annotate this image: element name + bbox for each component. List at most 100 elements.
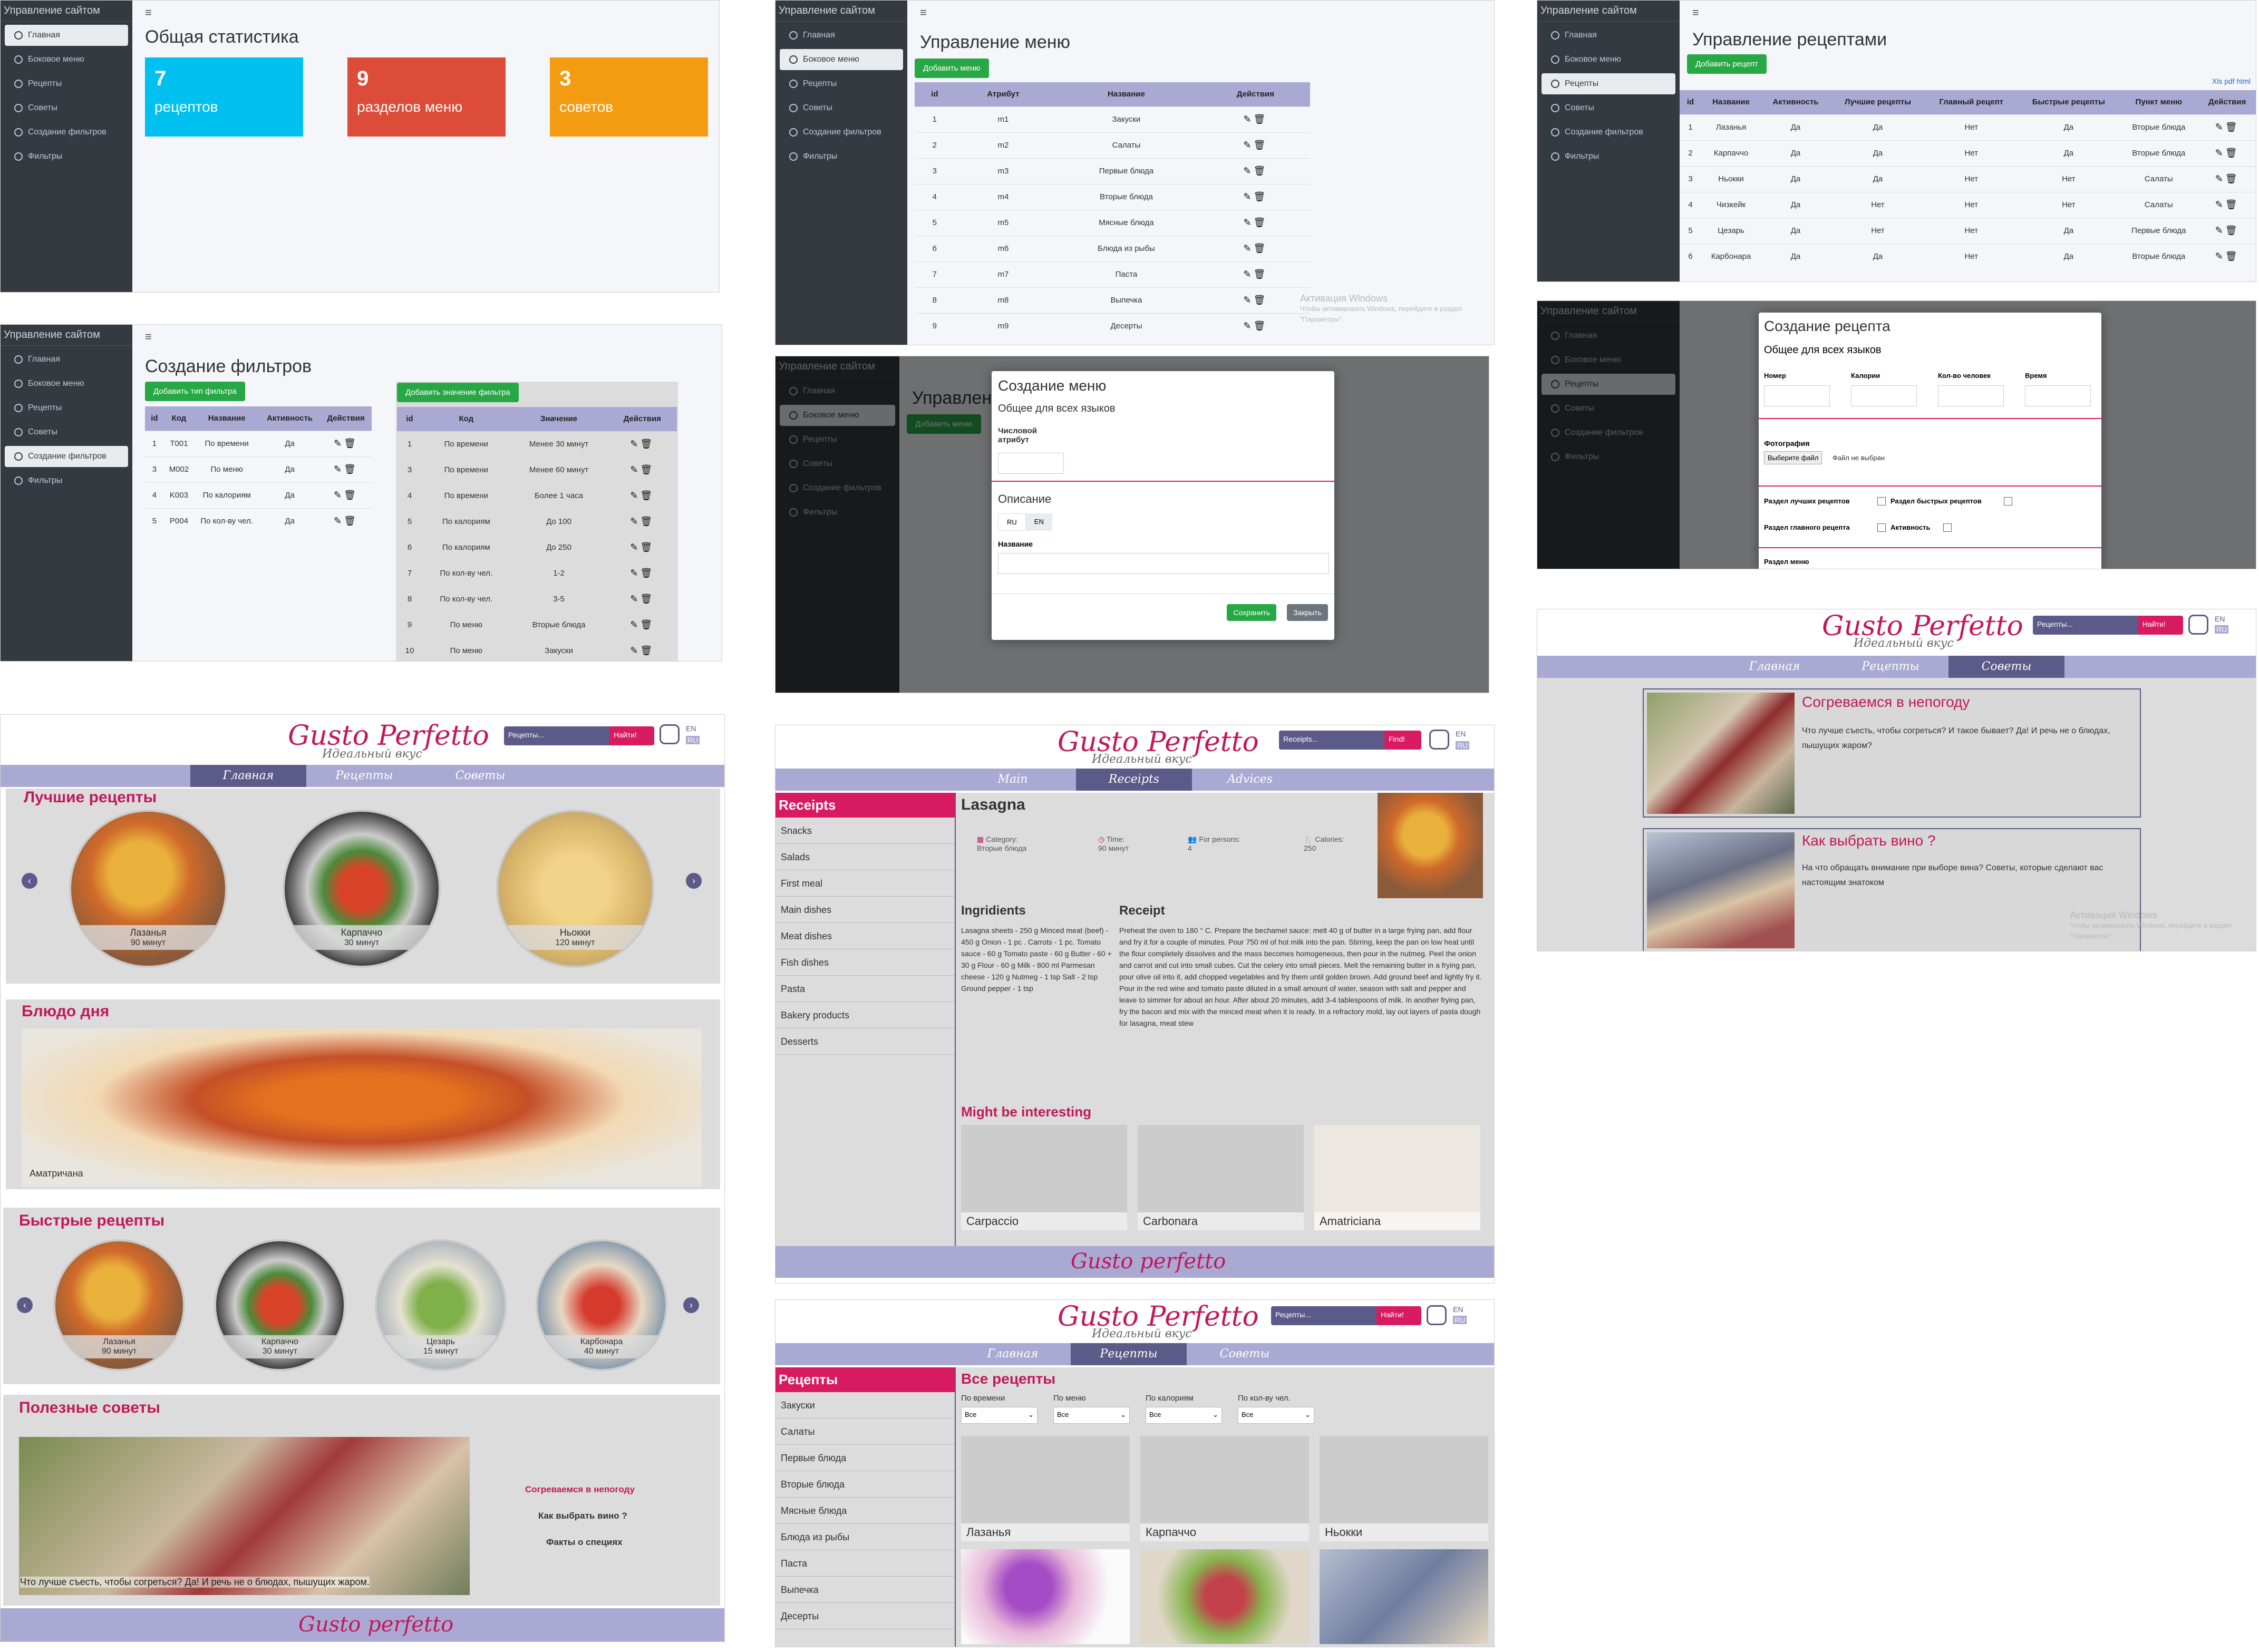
calories-input[interactable] xyxy=(1851,385,1917,406)
edit-delete-icons[interactable]: ✎🗑 xyxy=(2197,166,2256,192)
close-button[interactable]: Закрыть xyxy=(1287,604,1328,621)
stat-tile-recipes[interactable]: 7 рецептов xyxy=(145,57,303,137)
edit-delete-icons[interactable]: ✎🗑 xyxy=(2197,243,2256,269)
sidebar-item[interactable]: Bakery products xyxy=(775,1002,955,1028)
edit-delete-icons[interactable]: ✎🗑 xyxy=(607,560,677,586)
fast-checkbox[interactable] xyxy=(2004,497,2012,506)
tip-link[interactable]: Согреваемся в непогоду xyxy=(525,1484,635,1495)
sidebar-item-main[interactable]: Главная xyxy=(5,349,128,370)
edit-delete-icons[interactable]: ✎🗑 xyxy=(1200,158,1310,184)
instagram-icon[interactable] xyxy=(1427,1305,1447,1325)
time-input[interactable] xyxy=(2025,385,2091,406)
nav-main[interactable]: Главная xyxy=(955,1343,1071,1365)
sidebar-item[interactable]: Main dishes xyxy=(775,897,955,923)
sidebar-item[interactable]: Meat dishes xyxy=(775,923,955,949)
edit-delete-icons[interactable]: ✎🗑 xyxy=(607,637,677,661)
edit-delete-icons[interactable]: ✎🗑 xyxy=(607,534,677,560)
recipe-card[interactable]: Карпаччо 30 минут xyxy=(214,1239,346,1371)
filter-select[interactable]: Все ⌄ xyxy=(1238,1407,1314,1424)
sidebar-item[interactable]: Первые блюда xyxy=(775,1445,955,1471)
sidebar-item-tips[interactable]: Советы xyxy=(5,98,128,119)
sidebar-item-recipes[interactable]: Рецепты xyxy=(5,397,128,419)
sidebar-item-filters[interactable]: Фильтры xyxy=(5,146,128,167)
sidebar-item-tips[interactable]: Советы xyxy=(5,422,128,443)
add-recipe-button[interactable]: Добавить рецепт xyxy=(1687,54,1767,74)
sidebar-item[interactable]: Salads xyxy=(775,844,955,870)
sidebar-item-filters[interactable]: Фильтры xyxy=(780,146,903,167)
lang-en[interactable]: EN xyxy=(1453,1305,1463,1314)
edit-delete-icons[interactable]: ✎🗑 xyxy=(1200,261,1310,287)
edit-delete-icons[interactable]: ✎🗑 xyxy=(1200,235,1310,261)
hamburger-icon[interactable]: ≡ xyxy=(145,6,152,20)
nav-recipes[interactable]: Рецепты xyxy=(306,765,422,787)
sidebar-item[interactable]: Закуски xyxy=(775,1392,955,1418)
hamburger-icon[interactable]: ≡ xyxy=(920,6,927,20)
recipe-card[interactable] xyxy=(1320,1549,1488,1644)
sidebar-item[interactable]: First meal xyxy=(775,870,955,897)
sidebar-item-create-filters[interactable]: Создание фильтров xyxy=(5,446,128,467)
nav-receipts[interactable]: Receipts xyxy=(1076,769,1192,791)
sidebar-item[interactable]: Snacks xyxy=(775,818,955,844)
stat-tile-tips[interactable]: 3 советов xyxy=(550,57,708,137)
edit-delete-icons[interactable]: ✎🗑 xyxy=(607,611,677,638)
search-input[interactable]: Рецепты... xyxy=(2033,616,2138,635)
edit-delete-icons[interactable]: ✎🗑 xyxy=(1200,209,1310,236)
edit-delete-icons[interactable]: ✎🗑 xyxy=(607,456,677,483)
persons-input[interactable] xyxy=(1938,385,2004,406)
best-checkbox[interactable] xyxy=(1877,497,1886,506)
sidebar-item-create-filters[interactable]: Создание фильтров xyxy=(5,122,128,143)
lang-ru[interactable]: RU xyxy=(2215,625,2229,634)
nav-recipes[interactable]: Рецепты xyxy=(1833,656,1948,678)
sidebar-item-side-menu[interactable]: Боковое меню xyxy=(5,373,128,394)
nav-recipes[interactable]: Рецепты xyxy=(1071,1343,1187,1365)
nav-tips[interactable]: Советы xyxy=(422,765,538,787)
find-button[interactable]: Найти! xyxy=(1376,1306,1421,1325)
recipe-card[interactable]: Ньокки 120 минут xyxy=(496,810,654,968)
sidebar-item[interactable]: Десерты xyxy=(775,1603,955,1629)
save-button[interactable]: Сохранить xyxy=(1227,604,1276,621)
add-filter-value-button[interactable]: Добавить значение фильтра xyxy=(397,383,519,402)
lang-ru[interactable]: RU xyxy=(686,736,700,744)
edit-delete-icons[interactable]: ✎🗑 xyxy=(607,586,677,612)
instagram-icon[interactable] xyxy=(2188,615,2208,635)
add-menu-button[interactable]: Добавить меню xyxy=(915,59,989,78)
instagram-icon[interactable] xyxy=(660,724,680,744)
dish-image[interactable] xyxy=(22,1028,702,1187)
sidebar-item-side-menu[interactable]: Боковое меню xyxy=(5,49,128,70)
edit-delete-icons[interactable]: ✎🗑 xyxy=(607,508,677,535)
sidebar-item-tips[interactable]: Советы xyxy=(780,98,903,119)
lang-ru[interactable]: RU xyxy=(1456,741,1470,750)
edit-delete-icons[interactable]: ✎🗑 xyxy=(1200,287,1310,313)
filter-select[interactable]: Все ⌄ xyxy=(961,1407,1038,1424)
tip-card[interactable]: Согреваемся в непогоду Что лучше съесть,… xyxy=(1643,688,2141,818)
edit-delete-icons[interactable]: ✎🗑 xyxy=(320,482,372,508)
edit-delete-icons[interactable]: ✎🗑 xyxy=(320,456,372,482)
edit-delete-icons[interactable]: ✎🗑 xyxy=(2197,191,2256,218)
edit-delete-icons[interactable]: ✎🗑 xyxy=(1200,313,1310,339)
recipe-card[interactable] xyxy=(961,1549,1130,1644)
number-input[interactable] xyxy=(1764,385,1830,406)
lang-ru[interactable]: RU xyxy=(1453,1316,1467,1324)
name-input[interactable] xyxy=(998,553,1329,574)
nav-main[interactable]: Main xyxy=(955,769,1071,791)
nav-tips[interactable]: Советы xyxy=(1187,1343,1303,1365)
edit-delete-icons[interactable]: ✎🗑 xyxy=(2197,114,2256,140)
recipe-card[interactable]: Карпаччо 30 минут xyxy=(283,810,441,968)
edit-delete-icons[interactable]: ✎🗑 xyxy=(1200,106,1310,132)
sidebar-item[interactable]: Мясные блюда xyxy=(775,1498,955,1524)
sidebar-item[interactable]: Вторые блюда xyxy=(775,1471,955,1498)
sidebar-item[interactable]: Блюда из рыбы xyxy=(775,1524,955,1550)
num-attribute-input[interactable] xyxy=(998,453,1064,474)
recipe-card[interactable]: Лазанья xyxy=(961,1436,1130,1541)
search-input[interactable]: Рецепты... xyxy=(504,726,609,745)
recipe-card[interactable]: Лазанья 90 минут xyxy=(53,1239,185,1371)
recipe-card[interactable]: Карбонара 40 минут xyxy=(536,1239,667,1371)
instagram-icon[interactable] xyxy=(1429,730,1449,750)
hamburger-icon[interactable]: ≡ xyxy=(1692,6,1699,20)
sidebar-item-main[interactable]: Главная xyxy=(1541,25,1675,46)
sidebar-item-recipes[interactable]: Рецепты xyxy=(1541,73,1675,94)
hamburger-icon[interactable]: ≡ xyxy=(145,330,152,344)
recipe-card[interactable]: Цезарь 15 минут xyxy=(375,1239,507,1371)
nav-advices[interactable]: Advices xyxy=(1192,769,1308,791)
filter-select[interactable]: Все ⌄ xyxy=(1146,1407,1222,1424)
